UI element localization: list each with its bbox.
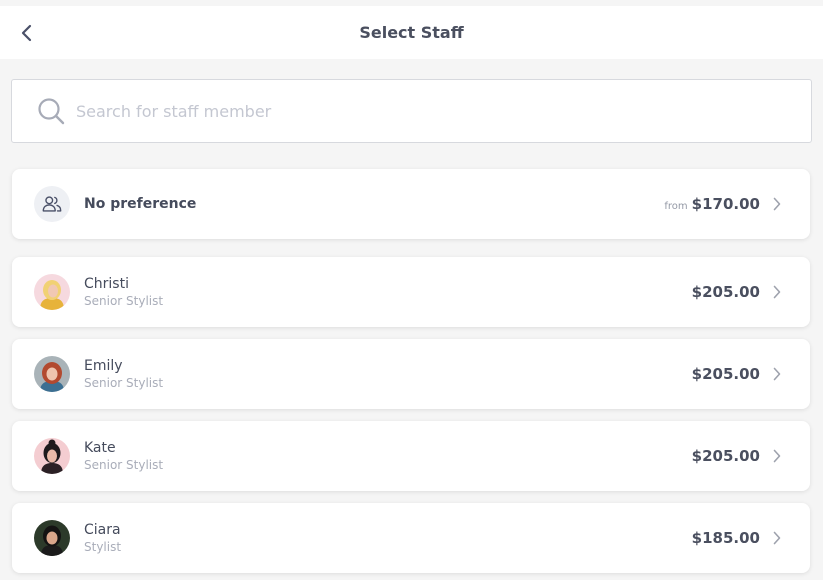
- chevron-right-icon: [770, 531, 784, 545]
- avatar: [34, 356, 70, 392]
- staff-price: $185.00: [691, 529, 760, 547]
- staff-price: $170.00: [691, 195, 760, 213]
- staff-price: $205.00: [691, 283, 760, 301]
- avatar: [34, 520, 70, 556]
- staff-role: Senior Stylist: [84, 294, 164, 308]
- chevron-right-icon: [770, 285, 784, 299]
- staff-option-emily[interactable]: Emily Senior Stylist $205.00: [12, 339, 810, 409]
- header: Select Staff: [0, 6, 823, 59]
- staff-name: Ciara: [84, 522, 121, 538]
- search-icon: [36, 96, 66, 126]
- staff-price: $205.00: [691, 447, 760, 465]
- from-label: from: [664, 201, 688, 212]
- chevron-right-icon: [770, 449, 784, 463]
- staff-price: $205.00: [691, 365, 760, 383]
- staff-option-kate[interactable]: Kate Senior Stylist $205.00: [12, 421, 810, 491]
- staff-option-christi[interactable]: Christi Senior Stylist $205.00: [12, 257, 810, 327]
- chevron-right-icon: [770, 367, 784, 381]
- staff-role: Senior Stylist: [84, 376, 164, 390]
- staff-name: Christi: [84, 276, 129, 292]
- users-icon: [34, 186, 70, 222]
- search-box[interactable]: [11, 79, 812, 143]
- staff-option-no-preference[interactable]: No preference from $170.00: [12, 169, 810, 239]
- chevron-right-icon: [770, 197, 784, 211]
- search-input[interactable]: [76, 101, 756, 121]
- staff-name: No preference: [84, 196, 197, 212]
- staff-name: Emily: [84, 358, 123, 374]
- staff-option-ciara[interactable]: Ciara Stylist $185.00: [12, 503, 810, 573]
- avatar: [34, 274, 70, 310]
- avatar: [34, 438, 70, 474]
- page-title: Select Staff: [359, 23, 464, 42]
- staff-name: Kate: [84, 440, 116, 456]
- staff-role: Stylist: [84, 540, 122, 554]
- staff-role: Senior Stylist: [84, 458, 164, 472]
